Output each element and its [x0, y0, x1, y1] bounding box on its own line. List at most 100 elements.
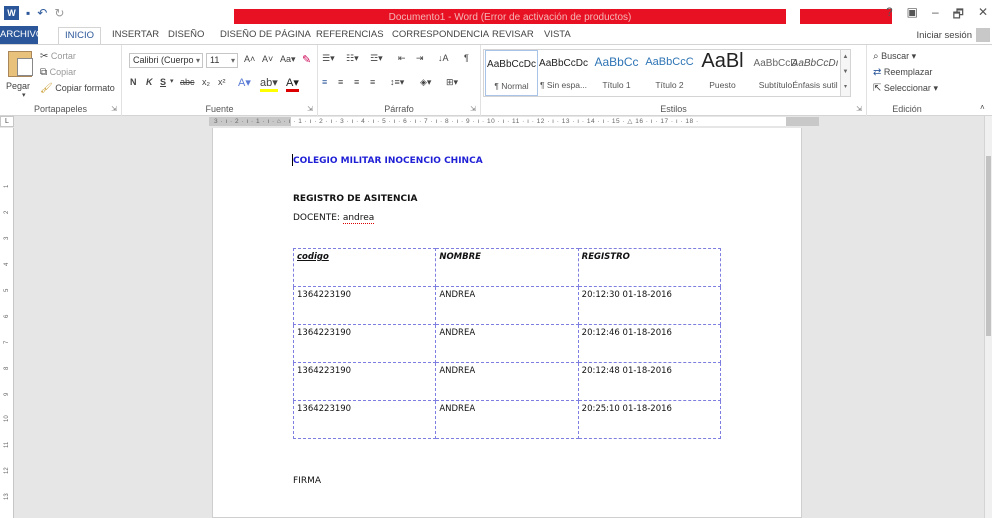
- tab-insertar[interactable]: INSERTAR: [112, 29, 159, 40]
- align-left-icon[interactable]: ≡: [322, 77, 327, 87]
- font-launcher-icon[interactable]: ⇲: [307, 105, 313, 113]
- highlight-icon[interactable]: ab▾: [260, 76, 278, 92]
- cell-registro[interactable]: 20:25:10 01-18-2016: [577, 400, 722, 439]
- cell-nombre[interactable]: ANDREA: [435, 324, 579, 363]
- multilevel-list-icon[interactable]: ☲▾: [370, 53, 383, 64]
- horizontal-ruler[interactable]: 3 · ı · 2 · ı · 1 · ı · ⌂ · ı · 1 · ı · …: [14, 116, 992, 127]
- strikethrough-button[interactable]: abc: [180, 77, 195, 87]
- style-sin-espaciado[interactable]: AaBbCcDc ¶ Sin espa...: [537, 50, 590, 96]
- cut-button[interactable]: ✂ Cortar: [40, 51, 76, 62]
- cell-registro[interactable]: 20:12:30 01-18-2016: [577, 286, 722, 325]
- account-avatar[interactable]: [976, 28, 990, 42]
- cell-codigo[interactable]: 1364223190: [292, 324, 437, 363]
- align-right-icon[interactable]: ≡: [354, 77, 359, 87]
- tab-inicio[interactable]: INICIO: [58, 27, 102, 45]
- paste-icon[interactable]: [8, 51, 33, 77]
- style-normal[interactable]: AaBbCcDc ¶ Normal: [485, 50, 538, 96]
- font-size-combo[interactable]: 11: [206, 53, 238, 68]
- paragraph-launcher-icon[interactable]: ⇲: [470, 105, 476, 113]
- sort-icon[interactable]: ↓A: [438, 53, 449, 63]
- cell-codigo[interactable]: 1364223190: [292, 286, 437, 325]
- cell-nombre[interactable]: ANDREA: [435, 400, 579, 439]
- grow-font-button[interactable]: A˄: [244, 54, 255, 64]
- cell-registro[interactable]: 20:12:46 01-18-2016: [577, 324, 722, 363]
- paste-dropdown-icon[interactable]: ▾: [22, 91, 26, 99]
- ribbon-display-button[interactable]: ▣: [907, 5, 918, 26]
- minimize-button[interactable]: –: [932, 5, 939, 26]
- superscript-button[interactable]: x²: [218, 77, 226, 87]
- subscript-button[interactable]: x₂: [202, 77, 210, 87]
- font-name-combo[interactable]: Calibri (Cuerpo: [129, 53, 203, 68]
- justify-icon[interactable]: ≡: [370, 77, 375, 87]
- pilcrow-icon[interactable]: ¶: [464, 53, 469, 63]
- more-styles-icon[interactable]: ▾: [841, 80, 850, 95]
- tab-correspondencia[interactable]: CORRESPONDENCIA: [392, 29, 489, 40]
- scrollbar-thumb[interactable]: [986, 156, 991, 336]
- bullets-icon[interactable]: ☰▾: [322, 53, 335, 64]
- shading-icon[interactable]: ◈▾: [420, 77, 431, 88]
- word-app-icon[interactable]: W: [4, 6, 19, 20]
- replace-button[interactable]: ⇄ Reemplazar: [873, 67, 932, 78]
- school-name[interactable]: COLEGIO MILITAR INOCENCIO CHINCA: [293, 156, 483, 166]
- clipboard-launcher-icon[interactable]: ⇲: [111, 105, 117, 113]
- tab-vista[interactable]: VISTA: [544, 29, 571, 40]
- sign-in-link[interactable]: Iniciar sesión: [917, 30, 972, 41]
- save-icon[interactable]: ▪: [26, 6, 30, 20]
- cell-registro[interactable]: 20:12:48 01-18-2016: [577, 362, 722, 401]
- signature-label[interactable]: FIRMA: [293, 476, 321, 486]
- change-case-button[interactable]: Aa▾: [280, 54, 296, 65]
- underline-button[interactable]: S: [160, 77, 166, 87]
- cell-nombre[interactable]: ANDREA: [435, 286, 579, 325]
- header-nombre[interactable]: NOMBRE: [435, 248, 579, 287]
- style-enfasis-sutil[interactable]: AaBbCcDı Énfasis sutil: [789, 50, 841, 96]
- cell-codigo[interactable]: 1364223190: [292, 362, 437, 401]
- font-color-icon[interactable]: A▾: [286, 76, 299, 92]
- scroll-down-icon[interactable]: ▼: [841, 65, 850, 80]
- register-title[interactable]: REGISTRO DE ASITENCIA: [293, 194, 417, 204]
- borders-icon[interactable]: ⊞▾: [446, 77, 458, 88]
- tab-referencias[interactable]: REFERENCIAS: [316, 29, 384, 40]
- tab-diseno-de-pagina[interactable]: DISEÑO DE PÁGINA: [220, 29, 311, 40]
- vertical-ruler[interactable]: 1 2 3 4 5 6 7 8 9 10 11 12 13: [0, 128, 14, 518]
- decrease-indent-icon[interactable]: ⇤: [398, 53, 406, 64]
- style-puesto[interactable]: AaBl Puesto: [696, 50, 749, 96]
- close-button[interactable]: ✕: [978, 5, 988, 26]
- styles-launcher-icon[interactable]: ⇲: [856, 105, 862, 113]
- attendance-table[interactable]: codigo NOMBRE REGISTRO 1364223190 ANDREA…: [292, 248, 722, 439]
- help-button[interactable]: ?: [886, 5, 893, 26]
- teacher-line[interactable]: DOCENTE: andrea: [293, 213, 375, 224]
- document-page[interactable]: COLEGIO MILITAR INOCENCIO CHINCA REGISTR…: [212, 128, 802, 518]
- tab-archivo[interactable]: ARCHIVO: [0, 26, 43, 44]
- tab-selector[interactable]: L: [0, 116, 14, 127]
- find-button[interactable]: ⌕ Buscar ▾: [873, 51, 916, 62]
- style-titulo-1[interactable]: AaBbCc Título 1: [590, 50, 643, 96]
- numbering-icon[interactable]: ☷▾: [346, 53, 359, 64]
- header-codigo[interactable]: codigo: [292, 248, 437, 287]
- line-spacing-icon[interactable]: ↕≡▾: [390, 77, 404, 88]
- bold-button[interactable]: N: [130, 77, 137, 87]
- tab-diseno[interactable]: DISEÑO: [168, 29, 204, 40]
- undo-icon[interactable]: ↶: [37, 6, 47, 20]
- shrink-font-button[interactable]: A˅: [262, 54, 273, 64]
- increase-indent-icon[interactable]: ⇥: [416, 53, 424, 64]
- italic-button[interactable]: K: [146, 77, 153, 87]
- restore-button[interactable]: 🗗: [953, 5, 964, 26]
- scroll-up-icon[interactable]: ▲: [841, 50, 850, 65]
- copy-button[interactable]: ⧉ Copiar: [40, 67, 76, 78]
- cell-nombre[interactable]: ANDREA: [435, 362, 579, 401]
- text-effects-icon[interactable]: A▾: [238, 76, 251, 89]
- clear-format-icon[interactable]: ✎: [302, 53, 311, 66]
- style-titulo-2[interactable]: AaBbCcC Título 2: [643, 50, 696, 96]
- select-button[interactable]: ⇱ Seleccionar ▾: [873, 83, 938, 94]
- tab-revisar[interactable]: REVISAR: [492, 29, 534, 40]
- header-registro[interactable]: REGISTRO: [577, 248, 722, 287]
- paste-button[interactable]: Pegar: [6, 81, 30, 91]
- cell-codigo[interactable]: 1364223190: [292, 400, 437, 439]
- align-center-icon[interactable]: ≡: [338, 77, 343, 87]
- vertical-scrollbar[interactable]: [984, 116, 992, 518]
- styles-scroll[interactable]: ▲ ▼ ▾: [840, 50, 850, 96]
- redo-icon[interactable]: ↻: [54, 6, 64, 20]
- format-painter-button[interactable]: 🖌 Copiar formato: [40, 83, 115, 94]
- underline-dropdown-icon[interactable]: ▾: [170, 77, 174, 85]
- collapse-ribbon-icon[interactable]: ˄: [980, 103, 985, 112]
